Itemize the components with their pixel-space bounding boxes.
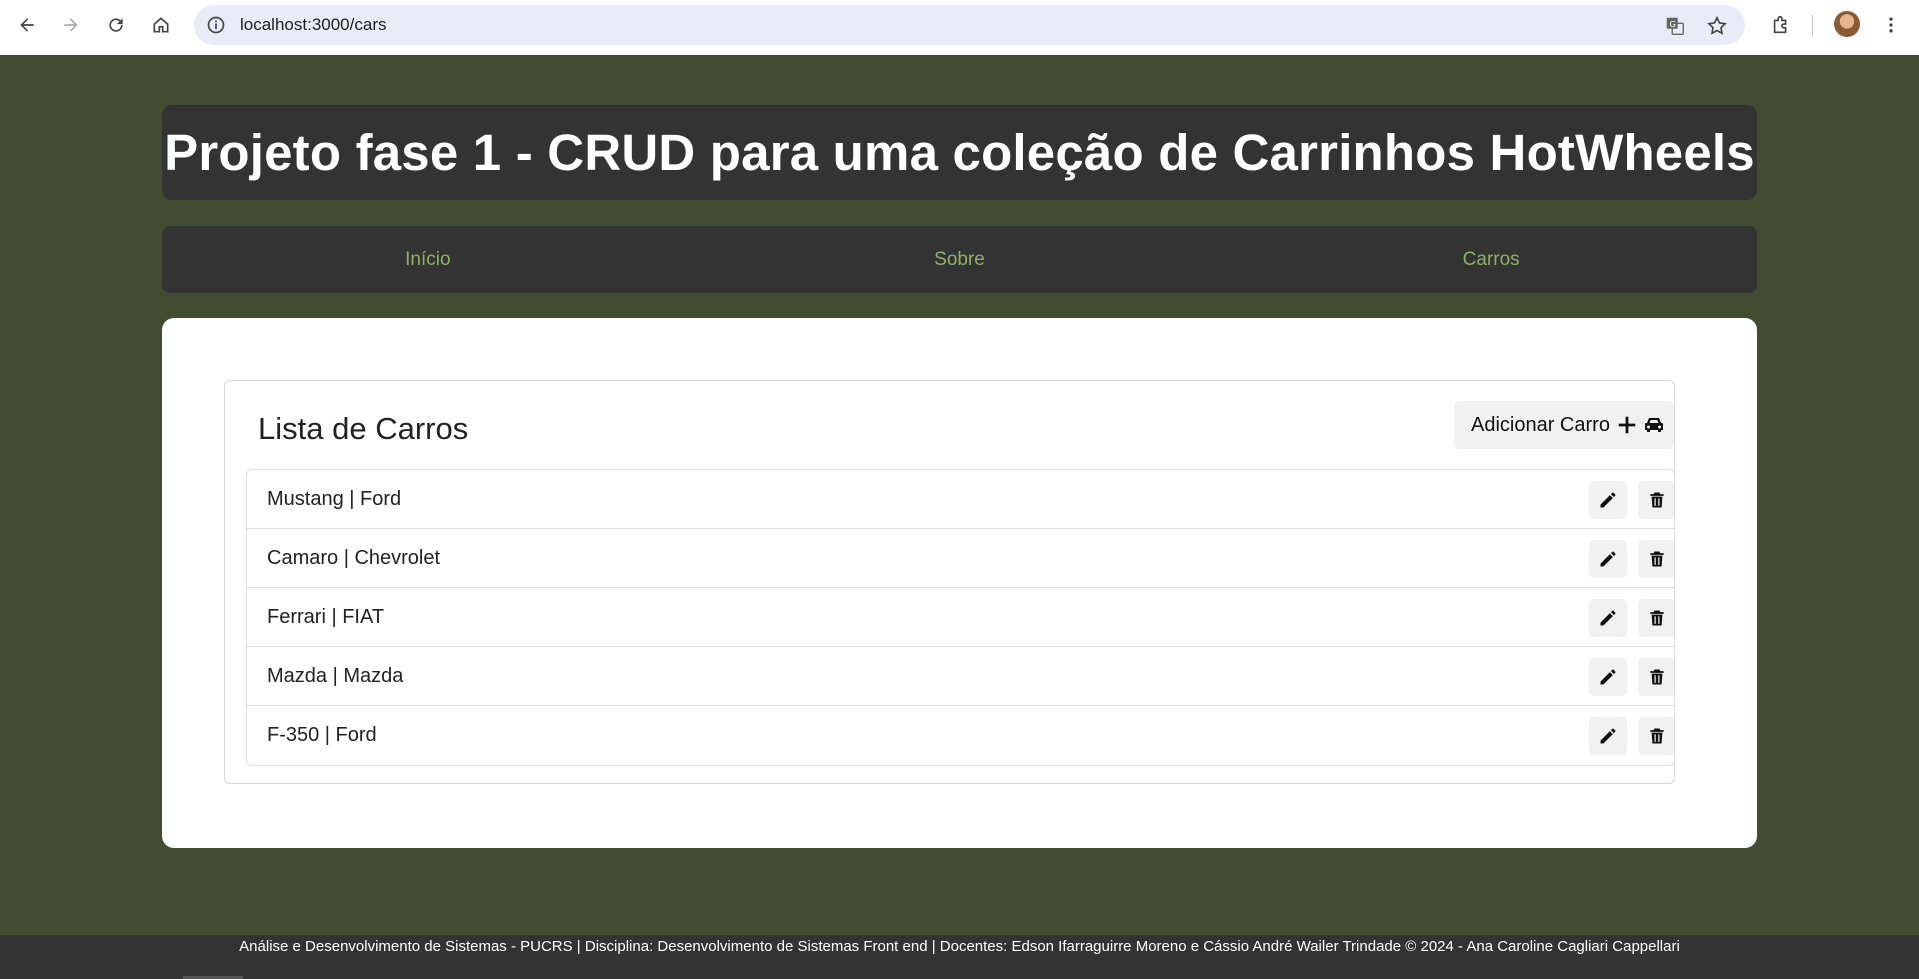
nav-link-carros[interactable]: Carros: [1225, 226, 1757, 293]
address-bar[interactable]: localhost:3000/cars G: [194, 5, 1745, 45]
edit-button[interactable]: [1589, 658, 1627, 696]
content-card: Lista de Carros Adicionar Carro Mustang …: [162, 318, 1757, 848]
list-title: Lista de Carros: [258, 411, 469, 446]
delete-button[interactable]: [1638, 540, 1674, 578]
translate-icon[interactable]: G: [1664, 15, 1686, 37]
edit-button[interactable]: [1589, 540, 1627, 578]
info-icon[interactable]: [206, 15, 226, 35]
puzzle-icon[interactable]: [1766, 10, 1796, 40]
page-title: Projeto fase 1 - CRUD para uma coleção d…: [164, 124, 1755, 181]
car-label: Ferrari | FIAT: [267, 605, 385, 628]
list-item: Camaro | Chevrolet: [247, 529, 1674, 588]
pencil-icon: [1600, 551, 1616, 567]
toolbar-divider: [1812, 15, 1813, 37]
car-list-card: Lista de Carros Adicionar Carro Mustang …: [224, 380, 1675, 784]
list-item: Ferrari | FIAT: [247, 588, 1674, 647]
car-icon: [1644, 418, 1663, 432]
nav-link-inicio[interactable]: Início: [162, 226, 694, 293]
car-label: Mustang | Ford: [267, 487, 402, 510]
footer-text: Análise e Desenvolvimento de Sistemas - …: [239, 938, 1680, 955]
trash-icon: [1650, 492, 1664, 508]
list-item: Mustang | Ford: [247, 470, 1674, 529]
page-header: Projeto fase 1 - CRUD para uma coleção d…: [162, 105, 1757, 200]
reload-icon[interactable]: [101, 10, 131, 40]
delete-button[interactable]: [1638, 658, 1674, 696]
pencil-icon: [1600, 669, 1616, 685]
list-item: F-350 | Ford: [247, 706, 1674, 765]
star-icon[interactable]: [1706, 15, 1728, 37]
url-text[interactable]: localhost:3000/cars: [240, 5, 386, 45]
car-list: Mustang | Ford Camaro | Chevrolet Ferrar: [246, 469, 1675, 766]
pencil-icon: [1600, 728, 1616, 744]
page-footer: Análise e Desenvolvimento de Sistemas - …: [0, 935, 1919, 979]
pencil-icon: [1600, 492, 1616, 508]
browser-toolbar: localhost:3000/cars G: [0, 0, 1919, 55]
car-label: Mazda | Mazda: [267, 664, 404, 687]
list-item: Mazda | Mazda: [247, 647, 1674, 706]
main-nav: Início Sobre Carros: [162, 226, 1757, 293]
home-icon[interactable]: [146, 10, 176, 40]
edit-button[interactable]: [1589, 599, 1627, 637]
delete-button[interactable]: [1638, 599, 1674, 637]
plus-icon: [1618, 416, 1636, 434]
trash-icon: [1650, 551, 1664, 567]
add-car-button[interactable]: Adicionar Carro: [1454, 401, 1674, 449]
nav-link-sobre[interactable]: Sobre: [694, 226, 1226, 293]
edit-button[interactable]: [1589, 717, 1627, 755]
delete-button[interactable]: [1638, 717, 1674, 755]
svg-text:G: G: [1670, 19, 1676, 29]
add-car-label: Adicionar Carro: [1471, 413, 1610, 436]
kebab-menu-icon[interactable]: [1876, 10, 1906, 40]
car-label: Camaro | Chevrolet: [267, 546, 441, 569]
pencil-icon: [1600, 610, 1616, 626]
trash-icon: [1650, 669, 1664, 685]
delete-button[interactable]: [1638, 481, 1674, 519]
profile-avatar[interactable]: [1834, 11, 1860, 37]
forward-arrow-icon[interactable]: [56, 10, 86, 40]
back-arrow-icon[interactable]: [12, 10, 42, 40]
edit-button[interactable]: [1589, 481, 1627, 519]
trash-icon: [1650, 728, 1664, 744]
trash-icon: [1650, 610, 1664, 626]
car-label: F-350 | Ford: [267, 724, 377, 746]
